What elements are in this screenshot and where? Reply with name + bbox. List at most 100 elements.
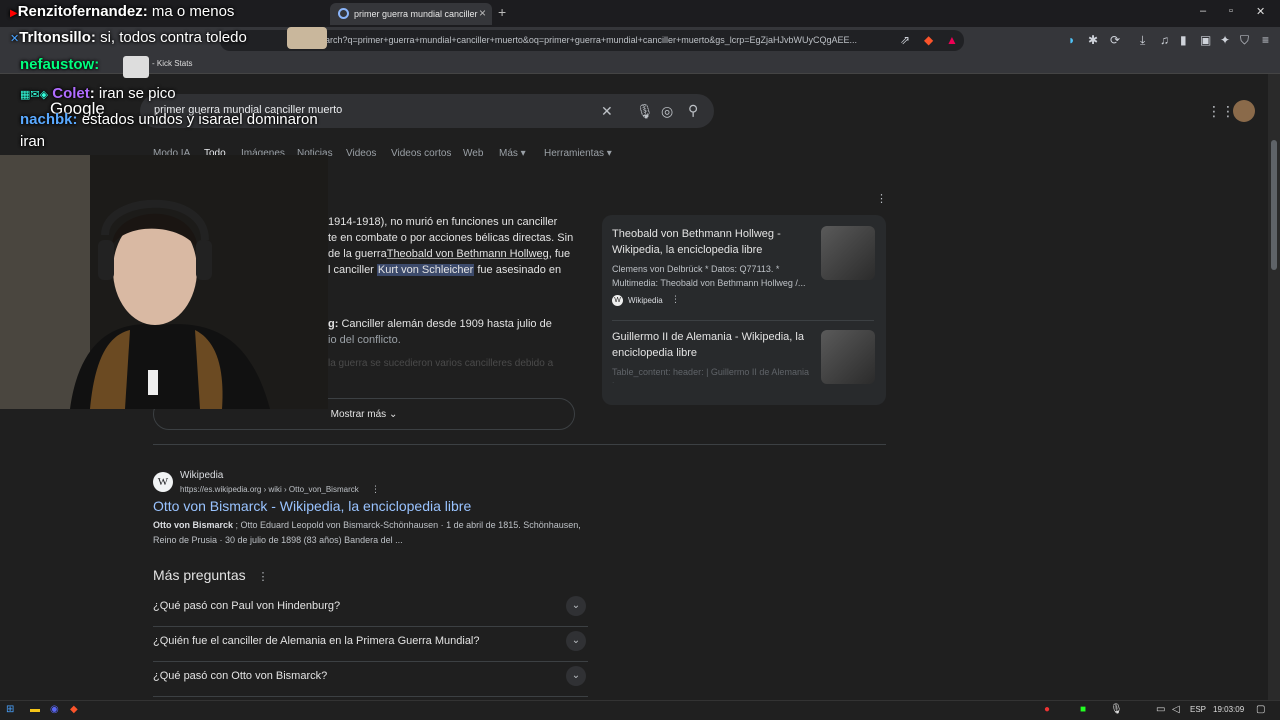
card-more-icon[interactable]: ⋮ [671,294,680,305]
paa-question[interactable]: ¿Quién fue el canciller de Alemania en l… [153,627,588,662]
result-url: https://es.wikipedia.org › wiki › Otto_v… [180,484,380,495]
wallet-icon[interactable]: ▣ [1200,33,1211,47]
network-icon[interactable]: ▭ [1156,704,1165,715]
paa-title-text: Más preguntas [153,567,246,583]
tab-active[interactable]: primer guerra mundial canciller × [330,3,492,25]
close-window-icon[interactable]: ✕ [1256,5,1265,18]
avatar[interactable] [1233,100,1255,122]
card-source: Wikipedia [628,296,663,305]
chat-text: si, todos contra toledo [100,29,247,46]
brave-shield-icon[interactable]: ◆ [924,33,933,47]
guillermo-portrait[interactable] [821,330,875,384]
chat-text: iran se pico [98,85,176,102]
result-snippet: Otto von Bismarck ; Otto Eduard Leopold … [153,518,593,548]
ai-overview-text: 1914-1918), no murió en funciones un can… [328,214,590,372]
badge-icon: ▦✉◈ [20,89,49,101]
wikipedia-favicon-icon: W [612,295,623,306]
chat-message: ✕Trltonsillo: si, todos contra toledo [10,29,247,46]
chat-text: estados unidos y isarael dominaron [81,111,318,128]
url-text: earch?q=primer+guerra+mundial+canciller+… [320,35,858,45]
scrollbar-thumb[interactable] [1271,140,1277,270]
share-icon[interactable]: ⇗ [900,33,910,47]
card-guillermo-title[interactable]: Guillermo II de Alemania - Wikipedia, la… [612,329,812,361]
chevron-down-icon[interactable]: ⌄ [566,596,586,616]
tab-videos-cortos[interactable]: Videos cortos [391,148,451,159]
paa-question[interactable]: ¿Qué pasó con Otto von Bismarck? ⌄ [153,662,588,697]
answer-line: te en combate o por acciones bélicas dir… [328,232,574,244]
tray-app-icon[interactable]: ● [1044,704,1050,715]
tab-mas[interactable]: Más ▾ [499,148,526,159]
extensions-icon[interactable]: ✱ [1088,33,1098,47]
chat-message: ▶Renzitofernandez: ma o menos [10,3,235,20]
chevron-down-icon: ⌄ [388,409,398,420]
more-options-icon[interactable]: ⋮ [876,192,887,205]
paa-question[interactable]: ¿Qué pasó con Paul von Hindenburg? ⌄ [153,592,588,627]
card-bethmann-title[interactable]: Theobald von Bethmann Hollweg - Wikipedi… [612,226,812,258]
folder-icon[interactable]: ▬ [30,704,40,715]
emote-icon [123,56,149,78]
chat-text: ma o menos [151,3,235,20]
result-snippet-bold: Otto von Bismarck [153,520,234,530]
chevron-down-icon[interactable]: ⌄ [566,666,586,686]
answer-text: fue asesinado en [474,264,562,276]
lens-icon[interactable]: ◎ [661,103,673,120]
tab-herramientas[interactable]: Herramientas ▾ [544,148,612,159]
rewards-icon[interactable]: ▲ [946,33,958,47]
result-url-text: https://es.wikipedia.org › wiki › Otto_v… [180,485,359,494]
chat-user: nachbk [20,111,73,128]
result-site: Wikipedia [180,470,224,481]
wikipedia-favicon-icon: W [153,472,173,492]
apps-grid-icon[interactable]: ⋮⋮ [1207,103,1235,120]
mic-icon[interactable]: 🎙 [636,103,654,120]
tab-web[interactable]: Web [463,148,483,159]
answer-text: Canciller alemán desde 1909 hasta julio … [338,318,552,330]
menu-icon[interactable]: ≡ [1262,33,1269,47]
bookmark-kick-stats[interactable]: - Kick Stats [152,59,192,68]
webcam-feed [0,155,328,409]
paa-title: Más preguntas ⋮ [153,567,269,583]
chat-user: Renzitofernandez [17,3,143,20]
result-title-link[interactable]: Otto von Bismarck - Wikipedia, la encicl… [153,498,471,514]
notifications-icon[interactable]: ▢ [1256,704,1265,715]
tab-close-icon[interactable]: × [479,6,486,20]
tab-herramientas-label: Herramientas [544,148,605,159]
audio-icon[interactable]: ◗ [1068,33,1075,47]
bethmann-link[interactable]: Theobald von Bethmann Hollweg [387,248,549,260]
answer-line-faded: la guerra se sucedieron varios canciller… [328,358,554,369]
schleicher-highlight[interactable]: Kurt von Schleicher [376,264,475,276]
language-indicator[interactable]: ESP [1190,705,1206,714]
search-icon[interactable]: ⚲ [688,102,698,119]
divider [153,444,886,445]
tab-videos[interactable]: Videos [346,148,376,159]
start-icon[interactable]: ⊞ [6,704,14,715]
vpn-icon[interactable]: ⛉ [1240,33,1249,48]
bethmann-portrait[interactable] [821,226,875,280]
mic-tray-icon[interactable]: 🎙 [1110,704,1123,715]
card-divider [612,320,874,321]
result-more-icon[interactable]: ⋮ [371,484,380,494]
clear-icon[interactable]: ✕ [601,103,613,120]
minimize-icon[interactable]: – [1200,5,1206,17]
answer-line: 1914-1918), no murió en funciones un can… [328,216,558,228]
google-favicon-icon [338,8,349,19]
paa-more-icon[interactable]: ⋮ [258,571,269,583]
address-bar[interactable]: earch?q=primer+guerra+mundial+canciller+… [220,30,964,51]
tray-app-icon[interactable]: ■ [1080,704,1086,715]
ai-icon[interactable]: ✦ [1220,33,1230,47]
music-icon[interactable]: ♫ [1160,33,1169,47]
show-more-label: Mostrar más [330,409,387,420]
sidebar-icon[interactable]: ▮ [1180,33,1187,47]
bookmarks-bar: - Kick Stats [0,54,1280,74]
youtube-icon: ▶ [10,8,18,19]
chevron-down-icon[interactable]: ⌄ [566,631,586,651]
volume-icon[interactable]: ◁ [1172,704,1180,715]
maximize-icon[interactable]: ▫ [1229,5,1233,17]
discord-icon[interactable]: ◉ [50,704,59,715]
clock[interactable]: 19:03:09 [1213,705,1244,714]
card-guillermo-snippet: Table_content: header: | Guillermo II de… [612,367,809,383]
brave-icon[interactable]: ◆ [70,704,78,715]
answer-line: l canciller Kurt von Schleicher fue ases… [328,262,590,278]
extension-icon[interactable]: ⟳ [1110,33,1120,47]
new-tab-button[interactable]: + [498,4,506,20]
download-icon[interactable]: ⤓ [1140,33,1145,48]
